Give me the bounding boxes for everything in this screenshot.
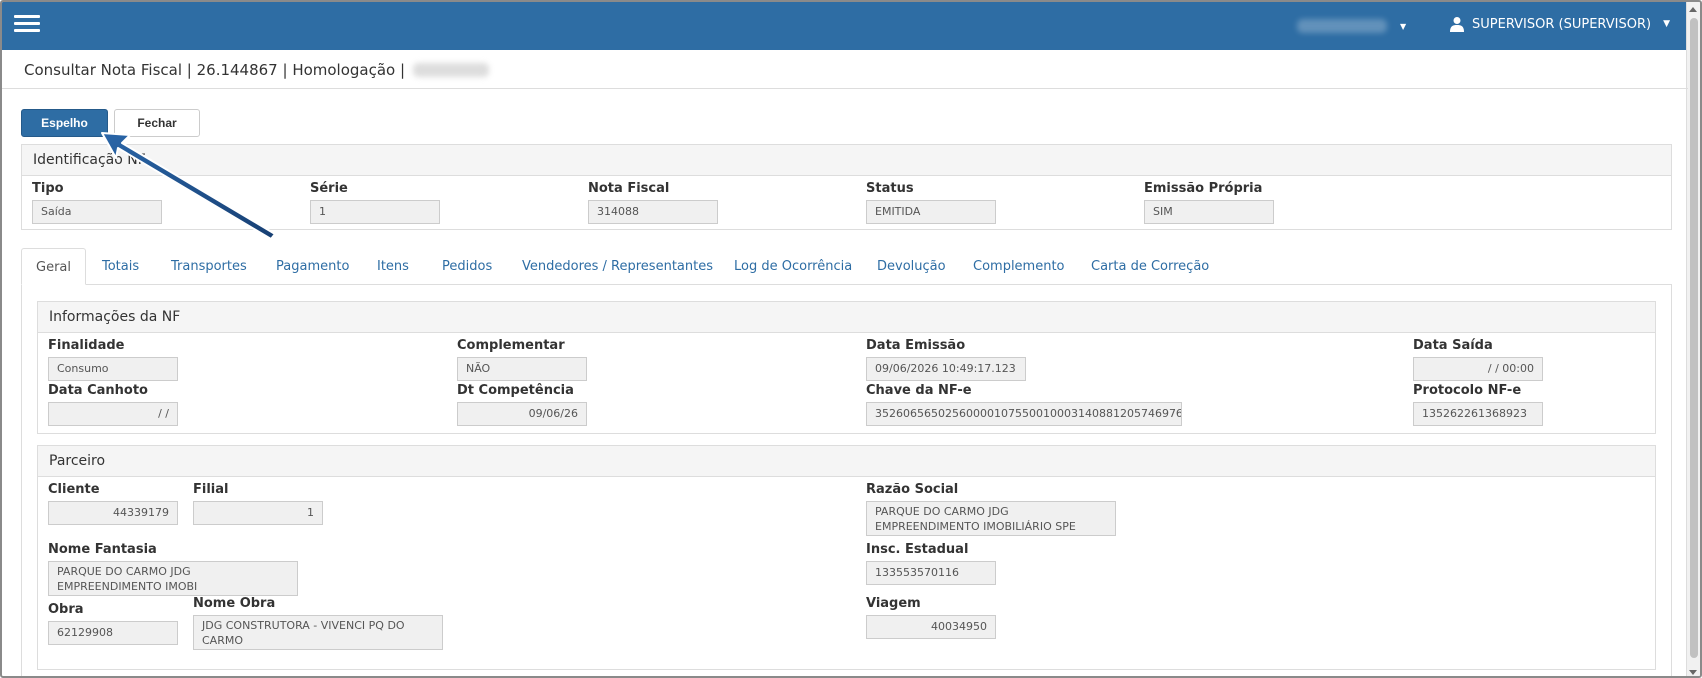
tipo-field[interactable]: Saída [32, 200, 162, 224]
tab-log-ocorrencia[interactable]: Log de Ocorrência [734, 248, 852, 285]
divider [2, 88, 1688, 89]
app-window: ▼ SUPERVISOR (SUPERVISOR) ▼ Consultar No… [0, 0, 1702, 678]
insc-estadual-label: Insc. Estadual [866, 542, 969, 557]
protocolo-nfe-field[interactable]: 135262261368923 [1413, 402, 1543, 426]
tab-itens[interactable]: Itens [377, 248, 409, 285]
vertical-scrollbar[interactable] [1686, 2, 1700, 676]
top-navbar: ▼ SUPERVISOR (SUPERVISOR) ▼ [2, 2, 1688, 50]
cliente-field[interactable]: 44339179 [48, 501, 178, 525]
tab-bar: Geral Totais Transportes Pagamento Itens… [21, 248, 1672, 285]
protocolo-nfe-label: Protocolo NF-e [1413, 383, 1522, 398]
razao-social-field[interactable]: PARQUE DO CARMO JDG EMPREENDIMENTO IMOBI… [866, 501, 1116, 536]
chevron-down-icon: ▼ [1400, 22, 1407, 31]
razao-social-label: Razão Social [866, 482, 959, 497]
hamburger-menu-icon[interactable] [14, 15, 40, 35]
chave-nfe-label: Chave da NF-e [866, 383, 972, 398]
data-emissao-field[interactable]: 09/06/2026 10:49:17.123 [866, 357, 1026, 381]
serie-field[interactable]: 1 [310, 200, 440, 224]
status-field[interactable]: EMITIDA [866, 200, 996, 224]
data-emissao-label: Data Emissão [866, 338, 966, 353]
scroll-down-icon[interactable] [1689, 670, 1697, 675]
complementar-field[interactable]: NÃO [457, 357, 587, 381]
emissao-propria-label: Emissão Própria [1144, 181, 1263, 196]
insc-estadual-field[interactable]: 133553570116 [866, 561, 996, 585]
status-label: Status [866, 181, 914, 196]
chevron-down-icon: ▼ [1663, 19, 1670, 29]
nome-obra-label: Nome Obra [193, 596, 276, 611]
identificacao-heading: Identificação NF [22, 145, 1671, 176]
tab-content-geral: Informações da NF Finalidade Consumo Com… [21, 285, 1672, 676]
tab-pedidos[interactable]: Pedidos [442, 248, 492, 285]
cliente-label: Cliente [48, 482, 100, 497]
obra-field[interactable]: 62129908 [48, 621, 178, 645]
tab-carta-correcao[interactable]: Carta de Correção [1091, 248, 1209, 285]
nome-fantasia-label: Nome Fantasia [48, 542, 157, 557]
user-label: SUPERVISOR (SUPERVISOR) [1472, 16, 1652, 32]
nome-fantasia-field[interactable]: PARQUE DO CARMO JDG EMPREENDIMENTO IMOBI [48, 561, 298, 596]
info-nf-heading: Informações da NF [38, 302, 1655, 333]
info-nf-panel: Informações da NF Finalidade Consumo Com… [37, 301, 1656, 434]
tipo-label: Tipo [32, 181, 64, 196]
data-canhoto-label: Data Canhoto [48, 383, 148, 398]
tab-pagamento[interactable]: Pagamento [276, 248, 349, 285]
dt-competencia-field[interactable]: 09/06/26 [457, 402, 587, 426]
viagem-field[interactable]: 40034950 [866, 615, 996, 639]
parceiro-panel: Parceiro Cliente 44339179 Filial 1 Razão… [37, 445, 1656, 670]
emissao-propria-field[interactable]: SIM [1144, 200, 1274, 224]
nota-fiscal-field[interactable]: 314088 [588, 200, 718, 224]
data-saida-label: Data Saída [1413, 338, 1493, 353]
espelho-button[interactable]: Espelho [21, 109, 108, 137]
chave-nfe-field[interactable]: 3526065650256000010755001000314088120574… [866, 402, 1182, 426]
obra-label: Obra [48, 602, 84, 617]
dt-competencia-label: Dt Competência [457, 383, 574, 398]
finalidade-field[interactable]: Consumo [48, 357, 178, 381]
data-canhoto-field[interactable]: / / [48, 402, 178, 426]
serie-label: Série [310, 181, 348, 196]
blurred-company-selector[interactable] [1297, 19, 1387, 33]
user-menu[interactable]: SUPERVISOR (SUPERVISOR) ▼ [1450, 16, 1670, 32]
tab-complemento[interactable]: Complemento [973, 248, 1065, 285]
parceiro-heading: Parceiro [38, 446, 1655, 477]
tab-devolucao[interactable]: Devolução [877, 248, 946, 285]
scroll-up-icon[interactable] [1689, 7, 1697, 12]
nome-obra-field[interactable]: JDG CONSTRUTORA - VIVENCI PQ DO CARMO [193, 615, 443, 650]
scroll-thumb[interactable] [1690, 18, 1698, 658]
page-title: Consultar Nota Fiscal | 26.144867 | Homo… [24, 61, 490, 79]
viagem-label: Viagem [866, 596, 921, 611]
tab-transportes[interactable]: Transportes [171, 248, 247, 285]
user-icon [1450, 17, 1464, 32]
data-saida-field[interactable]: / / 00:00 [1413, 357, 1543, 381]
page-title-text: Consultar Nota Fiscal | 26.144867 | Homo… [24, 61, 406, 79]
tab-vendedores[interactable]: Vendedores / Representantes [522, 248, 713, 285]
blurred-environment-name [413, 63, 490, 77]
finalidade-label: Finalidade [48, 338, 125, 353]
filial-label: Filial [193, 482, 229, 497]
tab-geral[interactable]: Geral [21, 248, 86, 285]
complementar-label: Complementar [457, 338, 565, 353]
filial-field[interactable]: 1 [193, 501, 323, 525]
tab-totais[interactable]: Totais [102, 248, 139, 285]
identificacao-panel: Identificação NF Tipo Saída Série 1 Nota… [21, 144, 1672, 230]
nota-fiscal-label: Nota Fiscal [588, 181, 670, 196]
fechar-button[interactable]: Fechar [114, 109, 200, 137]
